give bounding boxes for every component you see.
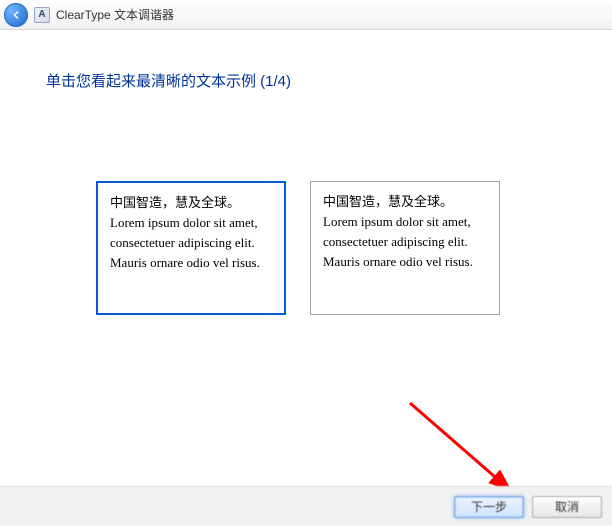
arrow-left-icon — [10, 9, 22, 21]
window-title: ClearType 文本调谐器 — [56, 6, 174, 23]
sample-line-cn: 中国智造，慧及全球。 — [110, 195, 240, 210]
text-sample-2[interactable]: 中国智造，慧及全球。 Lorem ipsum dolor sit amet, c… — [310, 181, 500, 315]
sample-row: 中国智造，慧及全球。 Lorem ipsum dolor sit amet, c… — [46, 181, 566, 315]
sample-line-latin: Lorem ipsum dolor sit amet, consectetuer… — [110, 215, 260, 270]
sample-line-latin: Lorem ipsum dolor sit amet, consectetuer… — [323, 214, 473, 269]
content-area: 单击您看起来最清晰的文本示例 (1/4) 中国智造，慧及全球。 Lorem ip… — [0, 30, 612, 315]
sample-line-cn: 中国智造，慧及全球。 — [323, 194, 453, 209]
back-button[interactable] — [4, 3, 28, 27]
next-button[interactable]: 下一步 — [454, 496, 524, 518]
title-bar: A ClearType 文本调谐器 — [0, 0, 612, 30]
wizard-footer: 下一步 取消 — [0, 486, 612, 526]
app-icon: A — [34, 7, 50, 23]
page-heading: 单击您看起来最清晰的文本示例 (1/4) — [46, 70, 566, 91]
cancel-button[interactable]: 取消 — [532, 496, 602, 518]
text-sample-1[interactable]: 中国智造，慧及全球。 Lorem ipsum dolor sit amet, c… — [96, 181, 286, 315]
